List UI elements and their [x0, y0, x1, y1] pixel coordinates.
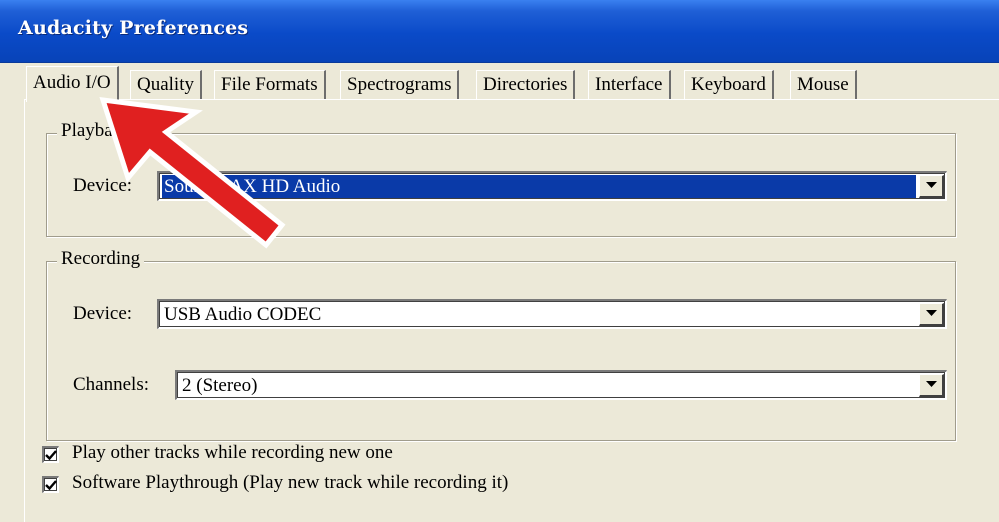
tab-directories[interactable]: Directories	[476, 70, 576, 99]
recording-device-dropdown-button[interactable]	[919, 303, 944, 326]
chevron-down-icon	[926, 310, 937, 316]
tab-audio-io[interactable]: Audio I/O	[26, 66, 119, 102]
software-playthrough-checkbox[interactable]	[42, 476, 59, 493]
channels-label: Channels:	[73, 374, 149, 395]
playback-device-select[interactable]: SoundMAX HD Audio	[157, 171, 947, 201]
play-other-tracks-checkbox[interactable]	[42, 446, 59, 463]
tab-keyboard[interactable]: Keyboard	[684, 70, 774, 99]
tab-spectrograms[interactable]: Spectrograms	[340, 70, 460, 99]
play-other-tracks-option[interactable]: Play other tracks while recording new on…	[42, 442, 602, 466]
channels-dropdown-button[interactable]	[919, 374, 944, 397]
playback-device-value: SoundMAX HD Audio	[162, 175, 916, 198]
checkmark-icon	[45, 480, 57, 491]
window-title: Audacity Preferences	[18, 17, 249, 39]
recording-device-value: USB Audio CODEC	[164, 304, 322, 325]
tab-interface[interactable]: Interface	[588, 70, 671, 99]
chevron-down-icon	[926, 381, 937, 387]
title-bar[interactable]: Audacity Preferences	[0, 0, 999, 63]
playback-group: Playback Device: SoundMAX HD Audio	[46, 120, 956, 237]
recording-group-label: Recording	[57, 248, 145, 270]
playback-device-dropdown-button[interactable]	[919, 175, 944, 198]
playback-group-label: Playback	[57, 120, 135, 142]
recording-device-select[interactable]: USB Audio CODEC	[157, 299, 947, 329]
recording-device-label: Device:	[73, 303, 133, 324]
software-playthrough-option[interactable]: Software Playthrough (Play new track whi…	[42, 472, 602, 496]
tab-quality[interactable]: Quality	[130, 70, 202, 99]
chevron-down-icon	[926, 182, 937, 188]
play-other-tracks-label: Play other tracks while recording new on…	[72, 442, 393, 463]
recording-group: Recording Device: USB Audio CODEC Channe…	[46, 248, 956, 441]
tab-strip: Audio I/O Quality File Formats Spectrogr…	[26, 66, 926, 102]
tab-file-formats[interactable]: File Formats	[214, 70, 326, 99]
playback-device-label: Device:	[73, 175, 133, 196]
preferences-window: Audacity Preferences Audio I/O Quality F…	[0, 0, 999, 522]
channels-select[interactable]: 2 (Stereo)	[175, 370, 947, 400]
checkmark-icon	[45, 450, 57, 461]
channels-value: 2 (Stereo)	[182, 375, 258, 396]
tab-mouse[interactable]: Mouse	[790, 70, 857, 99]
software-playthrough-label: Software Playthrough (Play new track whi…	[72, 472, 509, 493]
